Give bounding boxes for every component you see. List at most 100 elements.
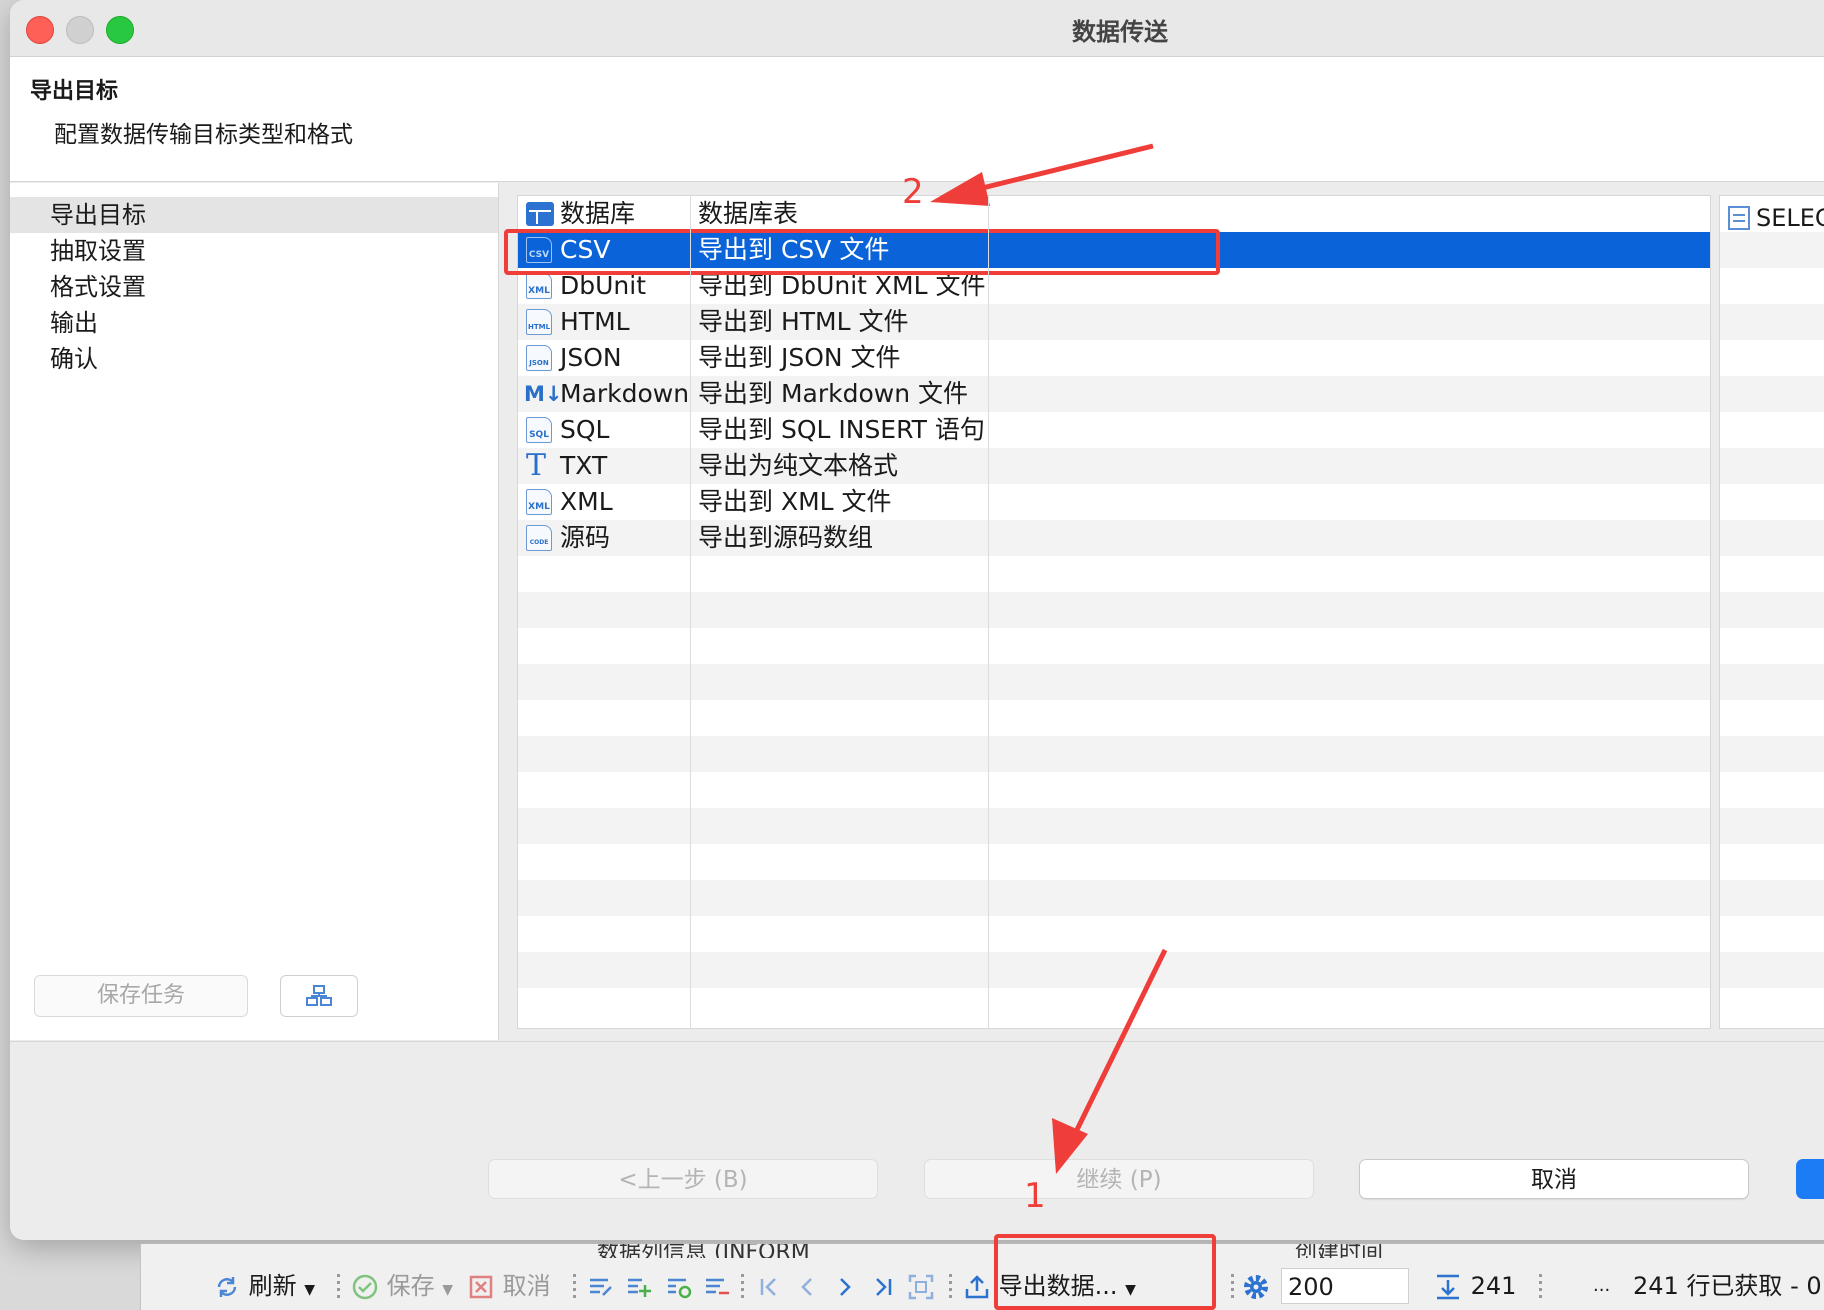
empty-row xyxy=(518,592,1710,628)
cancel-label: 取消 xyxy=(502,1272,551,1300)
sql-file-icon: SQL xyxy=(526,417,552,443)
format-description: 导出到源码数组 xyxy=(698,523,874,552)
row-count: 241 xyxy=(1470,1272,1517,1300)
save-button[interactable]: 保存 ▼ xyxy=(351,1266,453,1306)
results-toolbar: 数据列信息 (INFORM 创建时间 刷新 ▼ 保存 ▼ 取消 导出数据... … xyxy=(140,1244,1824,1310)
step-confirm[interactable]: 确认 xyxy=(10,341,498,377)
save-task-button[interactable]: 保存任务 xyxy=(34,975,248,1017)
chevron-down-icon: ▼ xyxy=(442,1282,454,1298)
fetch-all-button[interactable]: 241 xyxy=(1433,1266,1516,1306)
cancel-button[interactable]: 取消 xyxy=(1359,1159,1749,1199)
format-row-txt[interactable]: T TXT 导出为纯文本格式 xyxy=(518,448,1710,484)
toolbar-separator xyxy=(337,1274,340,1300)
format-row-database[interactable]: 数据库 数据库表 xyxy=(518,196,1710,232)
empty-row xyxy=(518,772,1710,808)
chevron-right-icon xyxy=(840,1278,851,1296)
format-description: 导出为纯文本格式 xyxy=(698,451,899,480)
copy-row-button[interactable] xyxy=(665,1266,693,1306)
format-row-html[interactable]: HTML HTML 导出到 HTML 文件 xyxy=(518,304,1710,340)
last-page-button[interactable] xyxy=(869,1266,897,1306)
copy-row-icon xyxy=(668,1278,692,1299)
format-description: 导出到 JSON 文件 xyxy=(698,343,901,372)
step-export-target[interactable]: 导出目标 xyxy=(10,197,498,233)
column-header: 数据列信息 (INFORM xyxy=(597,1244,810,1258)
annotation-number-1: 1 xyxy=(1024,1176,1046,1216)
column-divider xyxy=(988,196,989,1028)
annotation-box-csv xyxy=(504,229,1220,275)
export-icon xyxy=(965,1275,989,1299)
step-output[interactable]: 输出 xyxy=(10,305,498,341)
empty-row xyxy=(518,736,1710,772)
chevron-left-icon xyxy=(801,1278,812,1296)
html-file-icon: HTML xyxy=(526,309,552,335)
refresh-label: 刷新 xyxy=(248,1272,297,1300)
xml-file-icon: XML xyxy=(526,273,552,299)
window-title: 数据传送 xyxy=(1072,18,1168,46)
format-row-sql[interactable]: SQL SQL 导出到 SQL INSERT 语句 xyxy=(518,412,1710,448)
query-icon xyxy=(1728,206,1750,230)
save-label: 保存 xyxy=(386,1272,435,1300)
format-row-source-code[interactable]: CODE 源码 导出到源码数组 xyxy=(518,520,1710,556)
cancel-changes-button[interactable]: 取消 xyxy=(467,1266,551,1306)
fit-view-icon xyxy=(908,1274,934,1300)
gear-icon xyxy=(1244,1275,1268,1299)
fetch-status-text: 241 行已获取 - 0 xyxy=(1633,1272,1822,1300)
format-name: JSON xyxy=(560,343,622,372)
refresh-icon xyxy=(217,1277,237,1297)
format-name: 源码 xyxy=(560,523,611,552)
cancel-icon xyxy=(469,1275,493,1299)
annotation-number-2: 2 xyxy=(902,172,924,212)
empty-row xyxy=(518,952,1710,988)
export-format-table: 数据库 数据库表 CSV CSV 导出到 CSV 文件 XML DbUnit 导… xyxy=(517,195,1711,1029)
markdown-icon: M↓ xyxy=(524,382,563,406)
text-icon: T xyxy=(526,448,547,483)
previous-page-button[interactable] xyxy=(793,1266,821,1306)
format-row-json[interactable]: JSON JSON 导出到 JSON 文件 xyxy=(518,340,1710,376)
edit-row-button[interactable] xyxy=(587,1266,615,1306)
toolbar-separator xyxy=(573,1274,576,1300)
json-file-icon: JSON xyxy=(526,345,552,371)
format-row-markdown[interactable]: M↓ Markdown 导出到 Markdown 文件 xyxy=(518,376,1710,412)
annotation-box-export xyxy=(994,1234,1216,1310)
more-options[interactable]: ... xyxy=(1593,1266,1610,1306)
start-button[interactable] xyxy=(1796,1159,1824,1199)
format-description: 数据库表 xyxy=(698,199,799,228)
step-format-settings[interactable]: 格式设置 xyxy=(10,269,498,305)
format-name: HTML xyxy=(560,307,630,336)
fit-view-button[interactable] xyxy=(907,1266,935,1306)
delete-row-button[interactable] xyxy=(703,1266,731,1306)
first-page-button[interactable] xyxy=(755,1266,783,1306)
step-extract-settings[interactable]: 抽取设置 xyxy=(10,233,498,269)
toolbar-separator xyxy=(741,1274,744,1300)
panel-splitter[interactable] xyxy=(499,183,513,1040)
back-button[interactable]: <上一步 (B) xyxy=(488,1159,878,1199)
add-row-button[interactable] xyxy=(625,1266,653,1306)
toolbar-separator xyxy=(1231,1274,1234,1300)
sql-preview: SELEC xyxy=(1728,200,1824,236)
empty-row xyxy=(518,628,1710,664)
refresh-button[interactable]: 刷新 ▼ xyxy=(213,1266,315,1306)
next-page-button[interactable] xyxy=(831,1266,859,1306)
format-row-xml[interactable]: XML XML 导出到 XML 文件 xyxy=(518,484,1710,520)
format-description: 导出到 Markdown 文件 xyxy=(698,379,968,408)
toolbar-separator xyxy=(1539,1274,1542,1300)
task-config-button[interactable] xyxy=(280,975,358,1017)
sql-preview-text: SELEC xyxy=(1756,204,1824,232)
description-panel: SELEC xyxy=(1719,195,1824,1029)
edit-rows-icon xyxy=(590,1278,612,1296)
format-name: SQL xyxy=(560,415,610,444)
empty-row xyxy=(518,988,1710,1024)
fetch-size-input[interactable]: 200 xyxy=(1281,1268,1409,1304)
empty-row xyxy=(518,664,1710,700)
wizard-button-bar: <上一步 (B) 继续 (P) 取消 xyxy=(10,1041,1824,1240)
format-description: 导出到 XML 文件 xyxy=(698,487,892,516)
check-circle-icon xyxy=(352,1274,378,1300)
last-page-icon xyxy=(876,1278,892,1296)
database-table-icon xyxy=(526,202,554,226)
column-header: 创建时间 xyxy=(1295,1244,1384,1258)
add-row-icon xyxy=(628,1278,651,1297)
page-title: 导出目标 xyxy=(30,79,119,104)
empty-row xyxy=(518,880,1710,916)
continue-button[interactable]: 继续 (P) xyxy=(924,1159,1314,1199)
settings-button[interactable] xyxy=(1241,1266,1271,1306)
